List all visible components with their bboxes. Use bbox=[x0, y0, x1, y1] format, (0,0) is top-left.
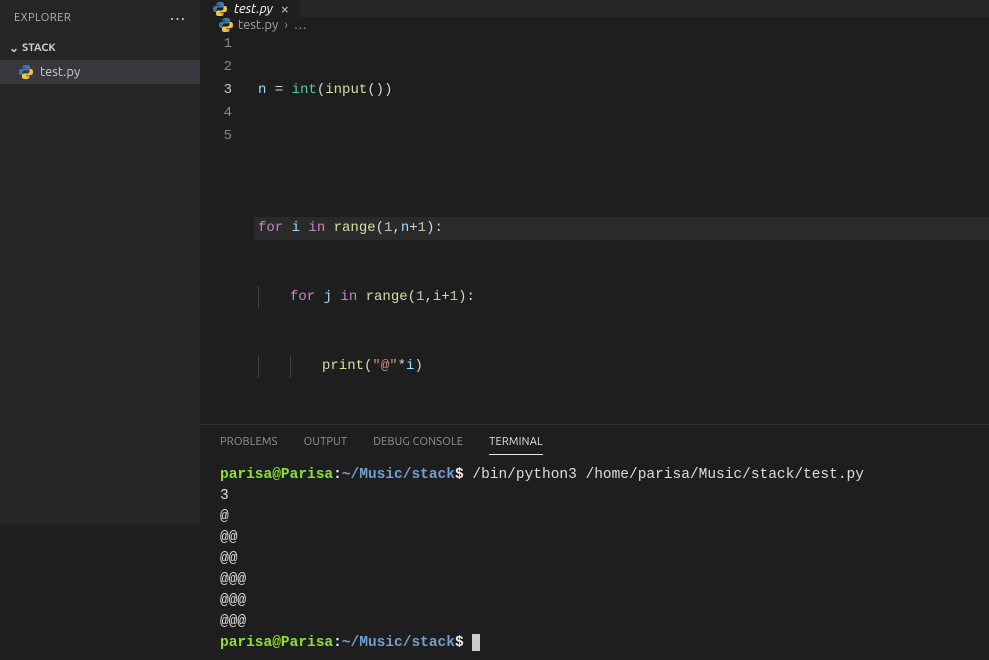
code-line bbox=[254, 148, 989, 171]
line-number: 4 bbox=[200, 102, 232, 125]
terminal-cursor bbox=[472, 634, 480, 651]
explorer-title: EXPLORER bbox=[14, 12, 71, 24]
line-number: 2 bbox=[200, 56, 232, 79]
sidebar-file-label: test.py bbox=[40, 65, 80, 79]
breadcrumb-more: … bbox=[294, 18, 307, 32]
tab-output[interactable]: OUTPUT bbox=[304, 430, 348, 454]
explorer-more-icon[interactable]: ⋯ bbox=[170, 9, 187, 28]
terminal-line: @@ bbox=[220, 528, 969, 549]
terminal-line: parisa@Parisa:~/Music/stack$ bbox=[220, 633, 969, 654]
explorer-sidebar: EXPLORER ⋯ ⌄ STACK test.py bbox=[0, 0, 200, 525]
sidebar-file-test-py[interactable]: test.py bbox=[0, 60, 200, 84]
chevron-down-icon: ⌄ bbox=[6, 41, 22, 55]
terminal[interactable]: parisa@Parisa:~/Music/stack$ /bin/python… bbox=[200, 459, 989, 660]
terminal-line: parisa@Parisa:~/Music/stack$ /bin/python… bbox=[220, 465, 969, 486]
line-number: 5 bbox=[200, 125, 232, 148]
terminal-line: @@@ bbox=[220, 612, 969, 633]
code-editor[interactable]: 1 2 3 4 5 n = int(input()) for i in rang… bbox=[200, 33, 989, 424]
code-area[interactable]: n = int(input()) for i in range(1,n+1): … bbox=[254, 33, 989, 424]
tab-debug-console[interactable]: DEBUG CONSOLE bbox=[373, 430, 463, 454]
bottom-panel: PROBLEMS OUTPUT DEBUG CONSOLE TERMINAL p… bbox=[200, 424, 989, 660]
sidebar-section-label: STACK bbox=[22, 42, 56, 54]
breadcrumb[interactable]: test.py › … bbox=[200, 17, 989, 33]
editor-tabs: test.py × bbox=[200, 0, 989, 17]
line-gutter: 1 2 3 4 5 bbox=[200, 33, 254, 424]
close-icon[interactable]: × bbox=[281, 0, 289, 17]
python-file-icon bbox=[218, 17, 234, 33]
terminal-line: 3 bbox=[220, 486, 969, 507]
code-line: n = int(input()) bbox=[254, 79, 989, 102]
python-file-icon bbox=[18, 64, 34, 80]
code-line: for i in range(1,n+1): bbox=[254, 217, 989, 240]
code-line: for j in range(1,i+1): bbox=[254, 286, 989, 309]
panel-tabs: PROBLEMS OUTPUT DEBUG CONSOLE TERMINAL bbox=[200, 425, 989, 459]
breadcrumb-file: test.py bbox=[238, 18, 278, 32]
tab-label: test.py bbox=[234, 2, 273, 16]
tab-terminal[interactable]: TERMINAL bbox=[489, 430, 543, 455]
terminal-line: @@ bbox=[220, 549, 969, 570]
code-line: print("@"*i) bbox=[254, 355, 989, 378]
tab-test-py[interactable]: test.py × bbox=[200, 0, 300, 17]
chevron-right-icon: › bbox=[284, 18, 288, 32]
tab-problems[interactable]: PROBLEMS bbox=[220, 430, 278, 454]
line-number: 1 bbox=[200, 33, 232, 56]
line-number: 3 bbox=[200, 79, 232, 102]
python-file-icon bbox=[212, 1, 228, 17]
terminal-line: @@@ bbox=[220, 591, 969, 612]
sidebar-section-stack[interactable]: ⌄ STACK bbox=[0, 36, 200, 60]
terminal-line: @@@ bbox=[220, 570, 969, 591]
